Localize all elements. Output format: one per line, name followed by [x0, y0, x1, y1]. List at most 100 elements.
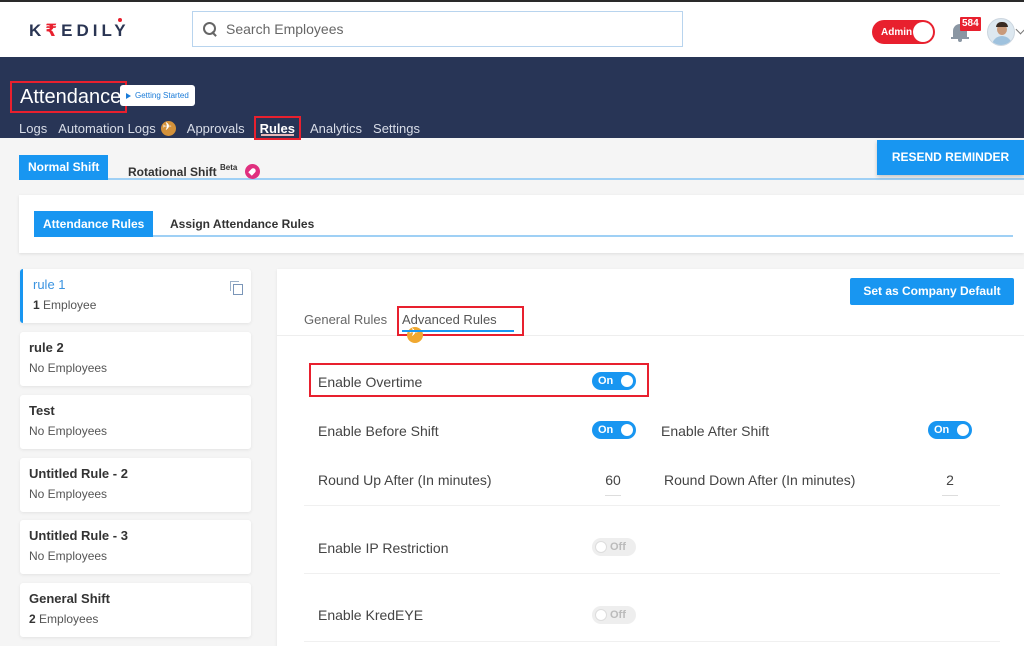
- nav-label: Analytics: [310, 120, 363, 136]
- search-input[interactable]: [226, 21, 666, 37]
- search-icon: [202, 21, 218, 37]
- nav-automation-logs[interactable]: Automation Logs: [58, 118, 176, 138]
- tab-assign-attendance-rules[interactable]: Assign Attendance Rules: [161, 211, 323, 237]
- nav-label: Rules: [259, 120, 295, 136]
- toggle-knob: [621, 424, 633, 436]
- avatar[interactable]: [987, 18, 1015, 46]
- beta-label: Beta: [220, 163, 238, 172]
- nav-logs[interactable]: Logs: [19, 118, 47, 138]
- overtime-toggle[interactable]: On: [592, 372, 636, 390]
- module-nav: Logs Automation Logs Approvals Rules Ana…: [19, 116, 431, 140]
- rule-employee-count: 1 Employee: [33, 298, 242, 312]
- nav-approvals[interactable]: Approvals: [187, 118, 245, 138]
- rule-tabs: Attendance Rules Assign Attendance Rules: [34, 211, 1013, 237]
- nav-settings[interactable]: Settings: [373, 118, 420, 138]
- rule-name: Test: [29, 403, 55, 418]
- count-text: Employees: [39, 612, 99, 626]
- rule-name: General Shift: [29, 591, 110, 606]
- kredeye-label: Enable KredEYE: [318, 607, 424, 623]
- round-up-label: Round Up After (In minutes): [318, 472, 492, 488]
- tab-advanced-rules[interactable]: Advanced Rules: [397, 306, 524, 343]
- rule-list-item[interactable]: rule 1 1 Employee: [20, 269, 251, 323]
- rule-name: Untitled Rule - 3: [29, 528, 128, 543]
- nav-label: Approvals: [186, 120, 245, 136]
- count-text: No Employees: [29, 361, 108, 375]
- toggle-knob: [595, 541, 607, 553]
- rule-employee-count: No Employees: [29, 361, 242, 375]
- chevron-down-icon[interactable]: [1015, 24, 1024, 35]
- rule-employee-count: No Employees: [29, 549, 242, 563]
- set-company-default-button[interactable]: Set as Company Default: [850, 278, 1014, 305]
- logo-rupee: ₹: [45, 21, 62, 40]
- play-icon: [126, 92, 131, 99]
- nav-label: Logs: [19, 120, 48, 136]
- nav-label: Settings: [373, 120, 421, 136]
- toggle-state: On: [934, 424, 950, 436]
- ip-restriction-label: Enable IP Restriction: [318, 540, 449, 556]
- before-shift-toggle[interactable]: On: [592, 421, 636, 439]
- after-shift-label: Enable After Shift: [661, 423, 770, 439]
- tab-rotational-shift[interactable]: Rotational Shift Beta: [119, 155, 269, 180]
- resend-reminder-button[interactable]: RESEND REMINDER: [877, 140, 1024, 175]
- tab-attendance-rules[interactable]: Attendance Rules: [34, 211, 154, 237]
- active-tab-underline: [402, 330, 514, 332]
- plane-icon: [160, 120, 176, 136]
- rule-subtabs: General Rules Advanced Rules: [277, 306, 1024, 343]
- copy-icon[interactable]: [230, 281, 243, 295]
- notification-badge: 584: [960, 17, 981, 31]
- rule-list-item[interactable]: Test No Employees: [20, 395, 251, 449]
- logo-k: K: [29, 21, 46, 40]
- rotational-label: Rotational Shift: [128, 165, 217, 179]
- page-title: Attendance: [10, 81, 128, 113]
- nav-rules[interactable]: Rules: [253, 116, 301, 140]
- nav-analytics[interactable]: Analytics: [310, 118, 362, 138]
- rule-employee-count: 2 Employees: [29, 612, 242, 626]
- toggle-state: Off: [610, 541, 626, 553]
- round-up-input[interactable]: 60: [601, 472, 625, 496]
- getting-started-label: Getting Started: [135, 91, 189, 100]
- rule-name: rule 1: [33, 277, 66, 292]
- rule-list-item[interactable]: Untitled Rule - 3 No Employees: [20, 520, 251, 574]
- rule-settings-panel: Set as Company Default General Rules Adv…: [277, 269, 1024, 646]
- search-box[interactable]: [192, 11, 683, 47]
- kredily-logo[interactable]: K₹EDILY: [29, 21, 130, 41]
- toggle-state: On: [598, 424, 614, 436]
- toggle-state: On: [598, 375, 614, 387]
- rule-employee-count: No Employees: [29, 424, 242, 438]
- admin-label: Admin: [881, 26, 913, 38]
- before-shift-label: Enable Before Shift: [318, 423, 439, 439]
- count-text: No Employees: [29, 424, 108, 438]
- nav-label: Automation Logs: [58, 120, 156, 136]
- logo-y: Y: [114, 21, 130, 40]
- count-number: 1: [33, 298, 40, 312]
- admin-toggle[interactable]: Admin: [872, 20, 935, 44]
- shift-tabs: Normal Shift Rotational Shift Beta: [19, 155, 1024, 180]
- after-shift-toggle[interactable]: On: [928, 421, 972, 439]
- count-text: No Employees: [29, 487, 108, 501]
- toggle-knob: [957, 424, 969, 436]
- toggle-knob: [621, 375, 633, 387]
- overtime-label: Enable Overtime: [318, 374, 423, 390]
- round-down-input[interactable]: 2: [938, 472, 962, 496]
- count-text: Employee: [43, 298, 97, 312]
- rule-tabs-panel: Attendance Rules Assign Attendance Rules: [19, 195, 1024, 253]
- logo-rest: EDIL: [61, 21, 115, 40]
- rule-list-item[interactable]: Untitled Rule - 2 No Employees: [20, 458, 251, 512]
- rocket-icon: [244, 164, 260, 179]
- rule-list-item[interactable]: General Shift 2 Employees: [20, 583, 251, 637]
- getting-started-button[interactable]: Getting Started: [120, 85, 195, 106]
- admin-toggle-knob: [913, 22, 933, 42]
- tab-general-rules[interactable]: General Rules: [304, 312, 387, 327]
- rule-employee-count: No Employees: [29, 487, 242, 501]
- rule-name: rule 2: [29, 340, 64, 355]
- rule-list-item[interactable]: rule 2 No Employees: [20, 332, 251, 386]
- toggle-state: Off: [610, 609, 626, 621]
- ip-restriction-toggle[interactable]: Off: [592, 538, 636, 556]
- divider: [304, 573, 1000, 574]
- count-text: No Employees: [29, 549, 108, 563]
- advanced-rules-label: Advanced Rules: [402, 312, 497, 327]
- tab-normal-shift[interactable]: Normal Shift: [19, 155, 109, 180]
- rule-name: Untitled Rule - 2: [29, 466, 128, 481]
- count-number: 2: [29, 612, 36, 626]
- kredeye-toggle[interactable]: Off: [592, 606, 636, 624]
